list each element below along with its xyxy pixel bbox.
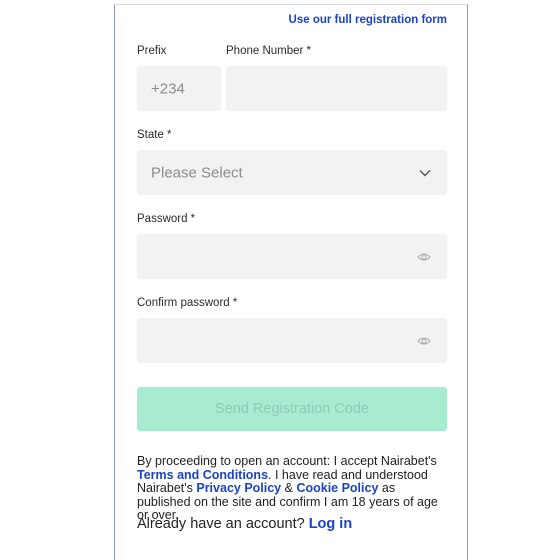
prefix-value: +234: [151, 80, 185, 97]
confirm-password-input[interactable]: [137, 318, 447, 363]
full-registration-link[interactable]: Use our full registration form: [289, 14, 447, 26]
state-select[interactable]: Please Select: [137, 150, 447, 195]
registration-panel: Use our full registration form Prefix Ph…: [114, 4, 468, 560]
eye-icon[interactable]: [417, 336, 431, 346]
legal-text: By proceeding to open an account: I acce…: [137, 454, 447, 523]
legal-text-part: &: [281, 481, 297, 495]
state-selected-value: Please Select: [151, 164, 243, 181]
phone-number-input[interactable]: [226, 66, 447, 111]
login-link[interactable]: Log in: [309, 516, 353, 532]
phone-label: Phone Number *: [226, 45, 312, 57]
legal-text-part: By proceeding to open an account: I acce…: [137, 454, 437, 468]
password-input[interactable]: [137, 234, 447, 279]
cookie-policy-link[interactable]: Cookie Policy: [296, 481, 378, 495]
privacy-policy-link[interactable]: Privacy Policy: [196, 481, 281, 495]
prefix-field[interactable]: +234: [137, 66, 221, 111]
confirm-password-label: Confirm password *: [137, 297, 238, 309]
send-registration-code-button[interactable]: Send Registration Code: [137, 387, 447, 431]
chevron-down-icon: [419, 169, 431, 176]
password-label: Password *: [137, 213, 196, 225]
login-prompt: Already have an account? Log in: [137, 516, 352, 532]
eye-icon[interactable]: [417, 252, 431, 262]
state-label: State *: [137, 129, 172, 141]
terms-link[interactable]: Terms and Conditions: [137, 468, 268, 482]
prefix-label: Prefix: [137, 45, 167, 57]
login-prompt-text: Already have an account?: [137, 516, 309, 532]
